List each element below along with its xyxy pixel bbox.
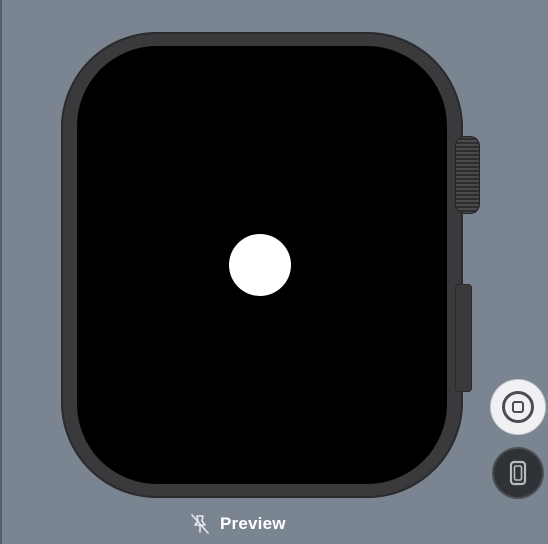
home-button[interactable] (491, 380, 545, 434)
preview-label: Preview (220, 514, 286, 533)
device-settings-button[interactable] (494, 449, 542, 497)
watch-screen[interactable] (77, 46, 447, 484)
device-rotate-icon (509, 460, 527, 486)
window-edge (0, 0, 2, 544)
watch-device-frame (61, 32, 463, 498)
side-button[interactable] (455, 284, 472, 392)
home-button-icon (502, 391, 534, 423)
pin-slash-icon (191, 514, 209, 534)
screen-circle-button[interactable] (229, 234, 291, 296)
digital-crown[interactable] (455, 136, 480, 214)
preview-toggle[interactable]: Preview (188, 512, 286, 536)
